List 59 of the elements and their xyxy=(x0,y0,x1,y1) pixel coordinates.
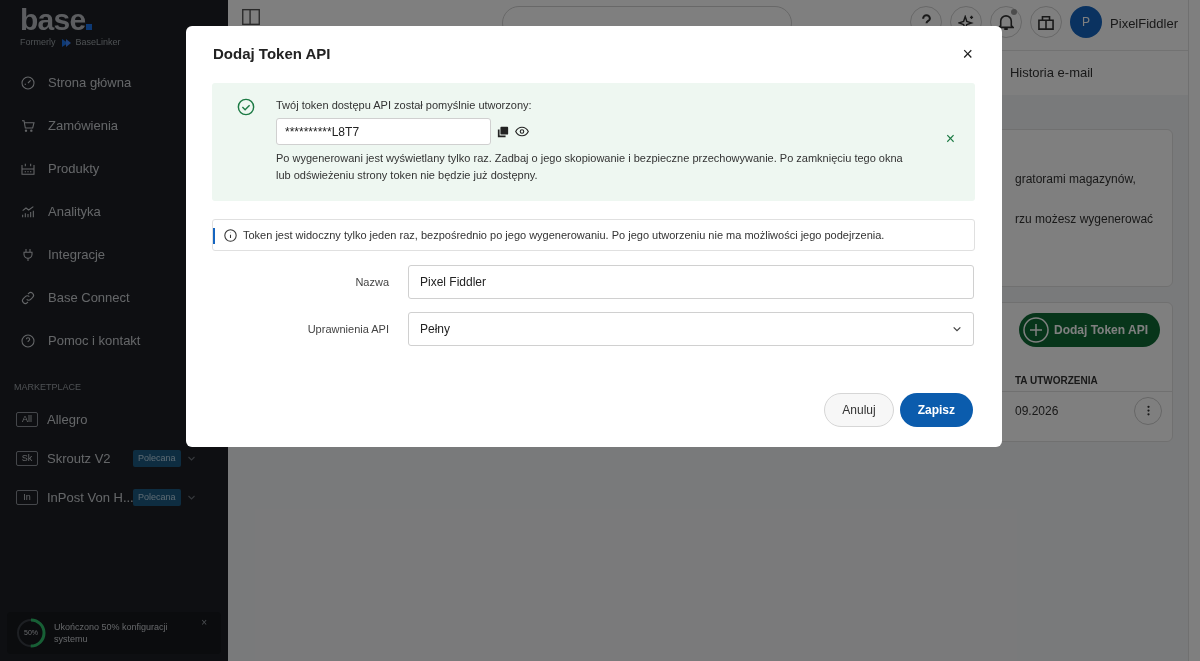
link-icon xyxy=(20,290,36,306)
close-button[interactable]: × xyxy=(201,615,207,630)
boxes-icon xyxy=(20,161,36,177)
check-circle-icon xyxy=(237,98,255,116)
gift-icon xyxy=(1038,14,1055,30)
save-button[interactable]: Zapisz xyxy=(899,393,973,427)
help-icon xyxy=(20,333,36,349)
add-token-button[interactable]: Dodaj Token API xyxy=(1019,313,1160,347)
table-cell-text: 09.2026 xyxy=(1015,402,1059,420)
marketplace-item[interactable]: InPost Von H... xyxy=(47,487,133,508)
brand-icon xyxy=(59,36,72,49)
nav-item[interactable]: Produkty xyxy=(0,147,228,191)
field-label: Nazwa xyxy=(354,274,389,290)
copy-icon[interactable] xyxy=(497,125,509,138)
nav-item[interactable]: Zamówienia xyxy=(0,104,228,148)
cart-icon xyxy=(20,118,36,134)
gauge-icon xyxy=(20,75,36,91)
success-heading: Twój token dostępu API został pomyślnie utworzony: xyxy=(276,98,533,112)
user-name[interactable]: PixelFiddler xyxy=(1110,14,1178,34)
nav-item[interactable]: Base Connect xyxy=(0,276,228,320)
plus-icon xyxy=(1022,316,1050,344)
close-button[interactable]: × xyxy=(962,41,973,68)
marketplace-code: Sk xyxy=(16,451,38,466)
field-label: Uprawnienia API xyxy=(306,321,389,337)
name-field[interactable]: Pixel Fiddler xyxy=(408,265,974,299)
card-text: rzu możesz wygenerować xyxy=(1015,211,1155,228)
nav-item[interactable]: Analityka xyxy=(0,190,228,234)
info-text: Token jest widoczny tylko jeden raz, bezpośrednio po jego wygenerowaniu. Po jego utworzeniu nie ma możliwości jego podejrzenia. xyxy=(243,227,885,243)
user-avatar[interactable]: P xyxy=(1070,6,1103,38)
select-field[interactable]: Pełny xyxy=(408,312,974,346)
former-brand-label: BaseLinker xyxy=(75,36,121,49)
marketplace-item[interactable]: Allegro xyxy=(47,409,133,430)
success-note: Po wygenerowani jest wyświetlany tylko raz. Zadbaj o jego skopiowanie i bezpieczne przechowywanie. Po zamknięciu tego okna lub odświeżeniu strony token nie będzie już dostępny. xyxy=(276,151,904,183)
eye-icon[interactable] xyxy=(515,126,529,137)
recommended-badge: Polecana xyxy=(133,489,181,506)
marketplace-code: All xyxy=(16,412,38,427)
info-icon xyxy=(224,228,237,242)
tab[interactable]: Historia e-mail xyxy=(1009,63,1093,83)
cancel-button[interactable]: Anuluj xyxy=(824,393,894,427)
chevron-down-icon xyxy=(952,324,962,334)
marketplace-code: In xyxy=(16,490,38,505)
kebab-icon xyxy=(1146,405,1150,416)
nav-item[interactable]: Pomoc i kontakt xyxy=(0,319,228,363)
chart-icon xyxy=(20,204,36,220)
formerly-label: Formerly xyxy=(20,36,56,49)
recommended-badge: Polecana xyxy=(133,450,181,467)
dismiss-button[interactable]: × xyxy=(945,127,955,151)
token-field[interactable]: **********L8T7 xyxy=(276,118,491,145)
card-text: gratorami magazynów, xyxy=(1015,171,1137,188)
setup-text: Ukończono 50% konfiguracji systemu xyxy=(54,621,169,645)
marketplace-item[interactable]: Skroutz V2 xyxy=(47,448,133,469)
plug-icon xyxy=(20,247,36,263)
bell-icon xyxy=(998,14,1015,30)
accent-bar xyxy=(213,228,215,244)
column-header: TA UTWORZENIA xyxy=(1015,375,1098,386)
section-label: MARKETPLACE xyxy=(13,380,83,394)
nav-item[interactable]: Integracje xyxy=(0,233,228,277)
logo[interactable]: base xyxy=(20,4,86,36)
layout-icon[interactable] xyxy=(240,6,262,28)
